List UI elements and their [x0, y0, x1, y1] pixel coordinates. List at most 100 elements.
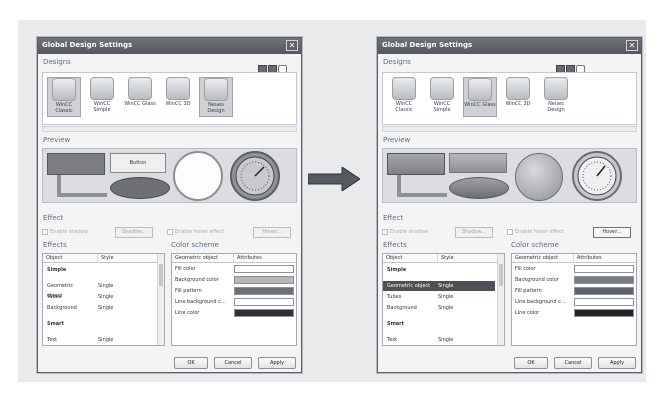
- cancel-button[interactable]: Cancel: [214, 357, 252, 369]
- preview-gauge-icon: [230, 151, 280, 201]
- color-row-fill-pattern[interactable]: Fill pattern: [172, 286, 296, 296]
- color-swatch[interactable]: [574, 287, 634, 295]
- table-row-selected[interactable]: Geometric object Single: [383, 281, 495, 291]
- design-tile-wincc-glass[interactable]: WinCC Glass: [463, 77, 497, 117]
- effects-table: Object Style Simple Geometric object Sing…: [42, 253, 165, 346]
- preview-area: Button: [42, 148, 297, 203]
- color-swatch[interactable]: [234, 265, 294, 273]
- color-swatch[interactable]: [234, 276, 294, 284]
- hover-button[interactable]: Hover...: [593, 227, 631, 238]
- design-tile-wincc-3d[interactable]: WinCC 3D: [161, 77, 195, 117]
- color-scheme-table: Geometric object Attributes Fill color B…: [511, 253, 637, 346]
- color-scheme-label: Color scheme: [171, 241, 219, 249]
- close-icon[interactable]: ✕: [626, 40, 638, 51]
- effects-table: Object Style Simple Geometric object Sing…: [382, 253, 505, 346]
- effects-vertical-scrollbar[interactable]: [497, 254, 504, 345]
- color-swatch[interactable]: [234, 309, 294, 317]
- design-tile-neues-design[interactable]: Neues Design: [539, 77, 573, 117]
- color-row-line-background[interactable]: Line background c...: [512, 297, 636, 307]
- global-design-settings-dialog-after: Global Design Settings ✕ Designs WinCC C…: [377, 37, 642, 373]
- design-tile-wincc-simple[interactable]: WinCC Simple: [85, 77, 119, 117]
- table-header-geometric-object[interactable]: Geometric object: [512, 254, 574, 263]
- enable-hover-checkbox[interactable]: [167, 229, 173, 235]
- preview-button: [449, 153, 507, 173]
- design-thumbnail-icon: [90, 77, 114, 100]
- designs-list: WinCC Classic WinCC Simple WinCC Glass W…: [42, 72, 297, 125]
- design-thumbnail-icon: [392, 77, 416, 100]
- color-row-fill-pattern[interactable]: Fill pattern: [512, 286, 636, 296]
- dialog-title: Global Design Settings: [42, 41, 133, 49]
- scrollbar-thumb[interactable]: [159, 264, 163, 286]
- table-header-object[interactable]: Object: [43, 254, 98, 263]
- effects-label: Effects: [383, 241, 407, 249]
- table-header-attributes[interactable]: Attributes: [574, 254, 636, 263]
- preview-tube: [57, 175, 107, 197]
- ok-button[interactable]: OK: [514, 357, 548, 369]
- design-thumbnail-icon: [52, 78, 76, 101]
- preview-button: Button: [110, 153, 166, 173]
- design-tile-wincc-simple[interactable]: WinCC Simple: [425, 77, 459, 117]
- effects-vertical-scrollbar[interactable]: [157, 254, 164, 345]
- color-swatch[interactable]: [574, 298, 634, 306]
- effect-controls: Enable shadow Shadow... Enable hover eff…: [382, 227, 637, 239]
- design-tile-wincc-glass[interactable]: WinCC Glass: [123, 77, 157, 117]
- preview-ellipse: [110, 177, 170, 199]
- preview-tube: [397, 175, 447, 197]
- color-row-line-background[interactable]: Line background c...: [172, 297, 296, 307]
- shadow-button[interactable]: Shadow...: [455, 227, 493, 238]
- design-thumbnail-icon: [544, 77, 568, 100]
- color-row-line-color[interactable]: Line color: [512, 308, 636, 318]
- color-row-fill-color[interactable]: Fill color: [512, 264, 636, 274]
- hover-button[interactable]: Hover...: [253, 227, 291, 238]
- design-thumbnail-icon: [166, 77, 190, 100]
- enable-shadow-label: Enable shadow: [390, 229, 428, 235]
- color-swatch[interactable]: [574, 276, 634, 284]
- color-swatch[interactable]: [574, 309, 634, 317]
- table-header-object[interactable]: Object: [383, 254, 438, 263]
- shadow-button[interactable]: Shadow...: [115, 227, 153, 238]
- scrollbar-thumb[interactable]: [499, 264, 503, 286]
- design-thumbnail-icon: [506, 77, 530, 100]
- designs-horizontal-scrollbar[interactable]: [42, 126, 297, 132]
- cancel-button[interactable]: Cancel: [554, 357, 592, 369]
- table-header-geometric-object[interactable]: Geometric object: [172, 254, 234, 263]
- color-row-background-color[interactable]: Background color: [172, 275, 296, 285]
- preview-rectangle: [387, 153, 445, 175]
- designs-list: WinCC Classic WinCC Simple WinCC Glass W…: [382, 72, 637, 125]
- close-icon[interactable]: ✕: [286, 40, 298, 51]
- ok-button[interactable]: OK: [174, 357, 208, 369]
- color-swatch[interactable]: [234, 298, 294, 306]
- enable-hover-label: Enable hover effect: [175, 229, 224, 235]
- table-header-style[interactable]: Style: [98, 254, 159, 263]
- color-swatch[interactable]: [574, 265, 634, 273]
- color-row-background-color[interactable]: Background color: [512, 275, 636, 285]
- dialog-titlebar: Global Design Settings ✕: [38, 38, 301, 54]
- color-swatch[interactable]: [234, 287, 294, 295]
- preview-area: [382, 148, 637, 203]
- apply-button[interactable]: Apply: [258, 357, 296, 369]
- enable-hover-checkbox[interactable]: [507, 229, 513, 235]
- design-tile-wincc-classic[interactable]: WinCC Classic: [47, 77, 81, 117]
- design-tile-wincc-classic[interactable]: WinCC Classic: [387, 77, 421, 117]
- color-row-fill-color[interactable]: Fill color: [172, 264, 296, 274]
- table-header-attributes[interactable]: Attributes: [234, 254, 296, 263]
- preview-rectangle: [47, 153, 105, 175]
- effect-label: Effect: [43, 214, 64, 222]
- table-header-style[interactable]: Style: [438, 254, 499, 263]
- preview-circle: [173, 151, 223, 201]
- preview-label: Preview: [383, 136, 411, 144]
- enable-shadow-checkbox[interactable]: [42, 229, 48, 235]
- designs-horizontal-scrollbar[interactable]: [382, 126, 637, 132]
- color-row-line-color[interactable]: Line color: [172, 308, 296, 318]
- enable-shadow-checkbox[interactable]: [382, 229, 388, 235]
- design-tile-neues-design[interactable]: Neues Design: [199, 77, 233, 117]
- color-scheme-table: Geometric object Attributes Fill color B…: [171, 253, 297, 346]
- global-design-settings-dialog-before: Global Design Settings ✕ Designs WinCC C…: [37, 37, 302, 373]
- design-tile-wincc-3d[interactable]: WinCC 3D: [501, 77, 535, 117]
- apply-button[interactable]: Apply: [598, 357, 636, 369]
- enable-shadow-label: Enable shadow: [50, 229, 88, 235]
- preview-label: Preview: [43, 136, 71, 144]
- enable-hover-label: Enable hover effect: [515, 229, 564, 235]
- designs-label: Designs: [43, 58, 71, 66]
- designs-label: Designs: [383, 58, 411, 66]
